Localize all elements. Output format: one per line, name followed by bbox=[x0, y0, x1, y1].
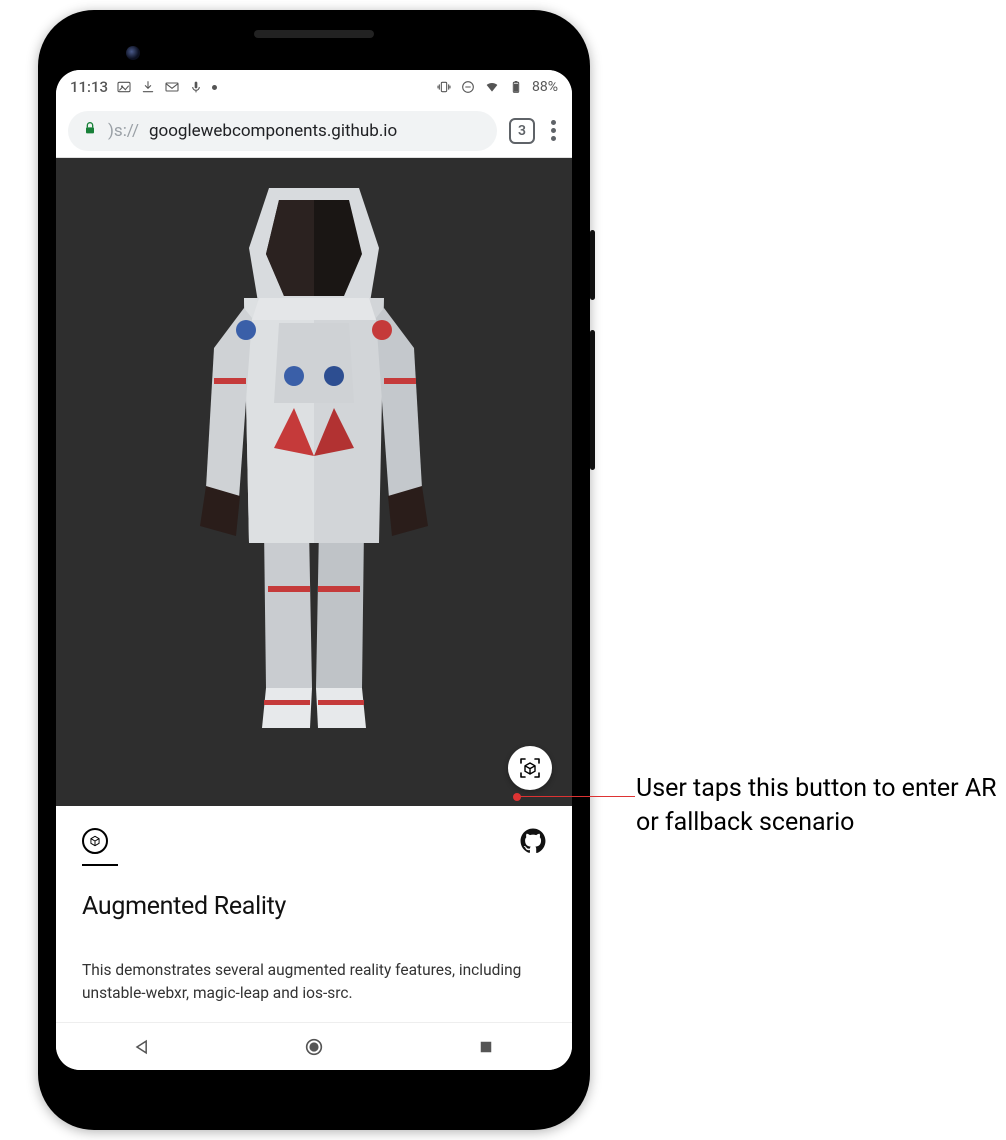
nav-home-button[interactable] bbox=[303, 1036, 325, 1058]
nav-back-button[interactable] bbox=[131, 1036, 153, 1058]
phone-front-camera bbox=[126, 46, 140, 60]
lock-icon bbox=[82, 120, 98, 141]
mic-icon bbox=[188, 79, 204, 95]
battery-icon bbox=[508, 79, 524, 95]
astronaut-model bbox=[144, 158, 484, 788]
download-icon bbox=[140, 79, 156, 95]
annotation-pointer-line bbox=[519, 796, 635, 797]
wifi-icon bbox=[484, 79, 500, 95]
url-host: googlewebcomponents.github.io bbox=[149, 121, 397, 141]
model-viewer-logo-icon bbox=[82, 828, 108, 854]
ar-button[interactable] bbox=[508, 746, 552, 790]
tab-count: 3 bbox=[518, 123, 526, 139]
image-icon bbox=[116, 79, 132, 95]
info-card: Augmented Reality This demonstrates seve… bbox=[56, 806, 572, 1022]
annotation-pointer-dot bbox=[513, 793, 521, 801]
ar-cube-icon bbox=[518, 756, 542, 780]
status-clock: 11:13 bbox=[70, 78, 108, 96]
page-content: Augmented Reality This demonstrates seve… bbox=[56, 158, 572, 1022]
vibrate-icon bbox=[436, 79, 452, 95]
nav-recents-button[interactable] bbox=[475, 1036, 497, 1058]
phone-frame: 11:13 bbox=[38, 10, 590, 1130]
battery-percentage: 88% bbox=[532, 79, 558, 95]
annotation-text: User taps this button to enter AR or fal… bbox=[636, 772, 1006, 840]
more-notifications-dot-icon bbox=[212, 85, 217, 90]
github-link[interactable] bbox=[520, 828, 546, 858]
browser-toolbar: )s:// googlewebcomponents.github.io 3 bbox=[56, 104, 572, 158]
address-bar[interactable]: )s:// googlewebcomponents.github.io bbox=[68, 111, 497, 151]
card-title: Augmented Reality bbox=[82, 892, 546, 921]
square-recents-icon bbox=[477, 1038, 495, 1056]
tab-switcher[interactable]: 3 bbox=[509, 118, 535, 144]
triangle-back-icon bbox=[132, 1037, 152, 1057]
card-body: This demonstrates several augmented real… bbox=[82, 959, 546, 1004]
phone-screen: 11:13 bbox=[56, 70, 572, 1070]
model-viewer[interactable] bbox=[56, 158, 572, 806]
status-bar: 11:13 bbox=[56, 70, 572, 104]
dnd-icon bbox=[460, 79, 476, 95]
system-nav-bar bbox=[56, 1022, 572, 1070]
logo-underline bbox=[82, 864, 118, 866]
url-prefix: )s:// bbox=[108, 121, 139, 141]
browser-menu-button[interactable] bbox=[547, 116, 560, 145]
phone-earpiece bbox=[254, 30, 374, 38]
gmail-icon bbox=[164, 79, 180, 95]
circle-home-icon bbox=[303, 1036, 325, 1058]
github-icon bbox=[520, 828, 546, 854]
